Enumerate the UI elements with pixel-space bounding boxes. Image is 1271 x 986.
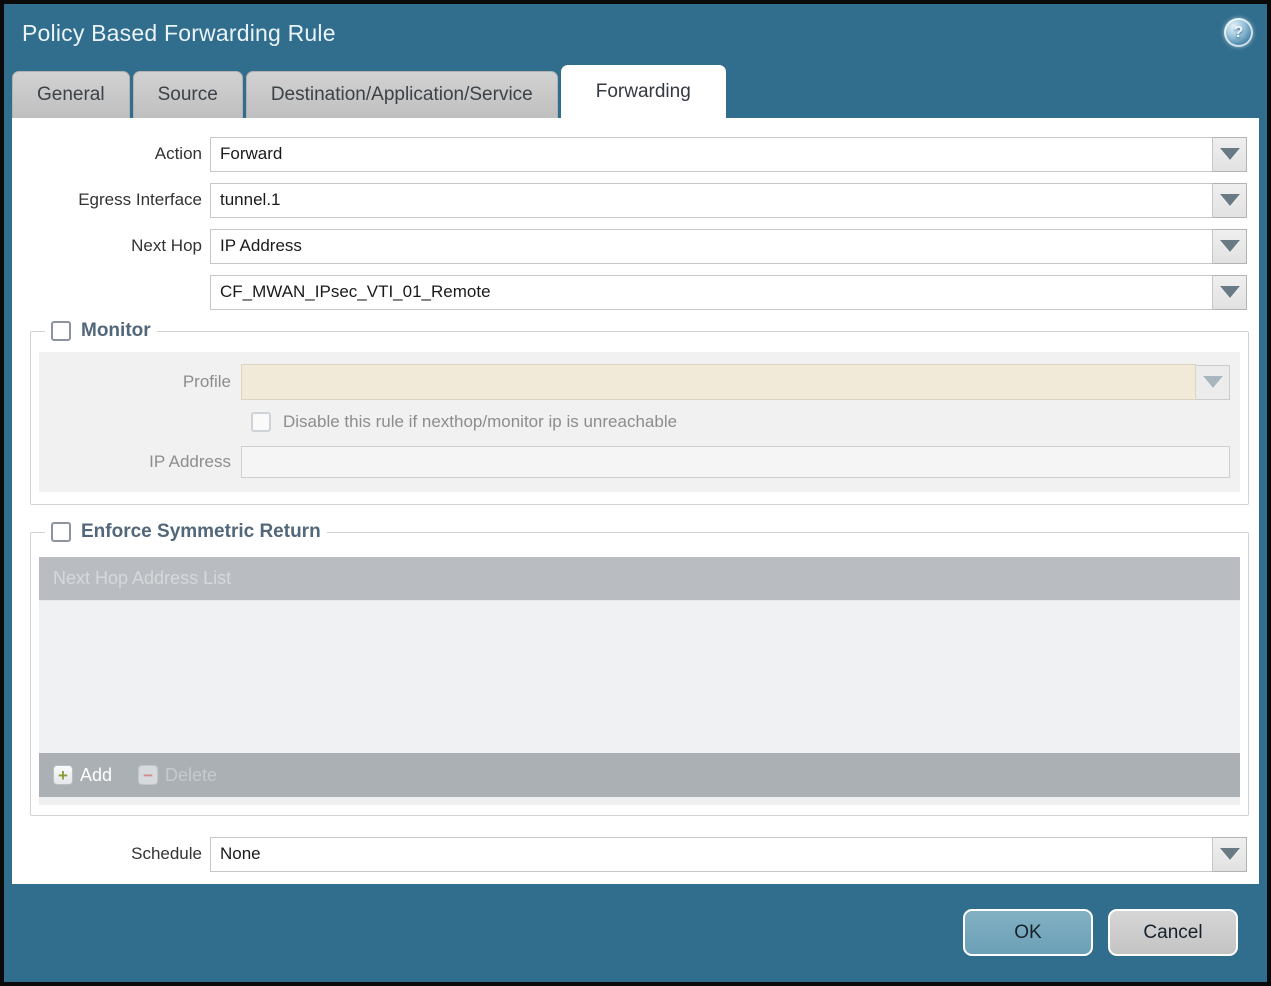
dialog-footer: OK Cancel <box>4 884 1267 982</box>
next-hop-dropdown-button[interactable] <box>1213 228 1247 264</box>
next-hop-address-list-body <box>39 601 1240 753</box>
schedule-label: Schedule <box>131 844 202 863</box>
monitor-legend: Monitor <box>45 320 157 342</box>
enforce-symmetric-return-fieldset: Enforce Symmetric Return Next Hop Addres… <box>30 521 1249 816</box>
monitor-fieldset: Monitor Profile Disable this rule if nex… <box>30 320 1249 505</box>
profile-dropdown-button <box>1196 364 1230 400</box>
tab-forwarding[interactable]: Forwarding <box>560 65 726 118</box>
chevron-down-icon <box>1219 148 1240 160</box>
plus-icon: + <box>53 765 73 785</box>
next-hop-address-list-toolbar: + Add − Delete <box>39 753 1240 797</box>
next-hop-type-select[interactable]: IP Address <box>210 228 1213 264</box>
tab-destination-application-service[interactable]: Destination/Application/Service <box>245 71 558 118</box>
action-label: Action <box>154 144 202 163</box>
table-bottom-strip <box>39 797 1240 805</box>
monitor-ip-address-row: IP Address <box>39 446 1230 478</box>
add-button-label: Add <box>80 764 113 785</box>
monitor-panel: Profile Disable this rule if nexthop/mon… <box>39 352 1240 492</box>
monitor-checkbox[interactable] <box>51 321 71 341</box>
egress-interface-select[interactable]: tunnel.1 <box>210 182 1213 218</box>
schedule-row: Schedule None <box>12 836 1247 872</box>
next-hop-row: Next Hop IP Address <box>12 228 1247 264</box>
next-hop-address-dropdown-button[interactable] <box>1213 274 1247 310</box>
profile-row: Profile <box>39 364 1230 400</box>
add-button[interactable]: + Add <box>53 765 112 786</box>
action-dropdown-button[interactable] <box>1213 136 1247 172</box>
schedule-select[interactable]: None <box>210 836 1213 872</box>
enforce-symmetric-return-legend: Enforce Symmetric Return <box>45 521 327 543</box>
chevron-down-icon <box>1219 240 1240 252</box>
schedule-dropdown-button[interactable] <box>1213 836 1247 872</box>
enforce-symmetric-return-label: Enforce Symmetric Return <box>81 521 321 542</box>
next-hop-address-list-table: Next Hop Address List + Add − Delete <box>39 557 1240 805</box>
tab-source[interactable]: Source <box>132 71 243 118</box>
next-hop-address-row: CF_MWAN_IPsec_VTI_01_Remote <box>12 274 1247 310</box>
monitor-ip-address-label: IP Address <box>149 452 231 471</box>
delete-button: − Delete <box>138 765 217 786</box>
egress-interface-row: Egress Interface tunnel.1 <box>12 182 1247 218</box>
monitor-ip-address-input <box>241 446 1230 478</box>
chevron-down-icon <box>1219 848 1240 860</box>
next-hop-address-select[interactable]: CF_MWAN_IPsec_VTI_01_Remote <box>210 274 1213 310</box>
monitor-legend-label: Monitor <box>81 320 151 341</box>
help-icon[interactable]: ? <box>1224 18 1253 47</box>
action-row: Action Forward <box>12 136 1247 172</box>
enforce-symmetric-return-checkbox[interactable] <box>51 522 71 542</box>
next-hop-label: Next Hop <box>131 236 202 255</box>
disable-rule-row: Disable this rule if nexthop/monitor ip … <box>251 412 1240 432</box>
profile-label: Profile <box>182 372 231 391</box>
egress-interface-label: Egress Interface <box>78 190 202 209</box>
tab-general[interactable]: General <box>12 71 130 118</box>
delete-button-label: Delete <box>165 764 218 785</box>
ok-button[interactable]: OK <box>963 909 1093 956</box>
dialog-title: Policy Based Forwarding Rule <box>22 19 336 46</box>
action-select[interactable]: Forward <box>210 136 1213 172</box>
disable-rule-label: Disable this rule if nexthop/monitor ip … <box>283 412 678 431</box>
tab-bar: General Source Destination/Application/S… <box>4 62 1267 118</box>
disable-rule-checkbox <box>251 412 271 432</box>
policy-based-forwarding-dialog: Policy Based Forwarding Rule ? General S… <box>0 0 1271 986</box>
chevron-down-icon <box>1219 194 1240 206</box>
cancel-button[interactable]: Cancel <box>1108 909 1238 956</box>
forwarding-tab-panel: Action Forward Egress Interface tunnel.1… <box>12 118 1259 884</box>
profile-select <box>241 364 1196 400</box>
chevron-down-icon <box>1219 286 1240 298</box>
next-hop-address-list-header: Next Hop Address List <box>39 557 1240 601</box>
dialog-titlebar: Policy Based Forwarding Rule ? <box>4 4 1267 62</box>
egress-interface-dropdown-button[interactable] <box>1213 182 1247 218</box>
chevron-down-icon <box>1202 376 1223 388</box>
minus-icon: − <box>138 765 159 785</box>
